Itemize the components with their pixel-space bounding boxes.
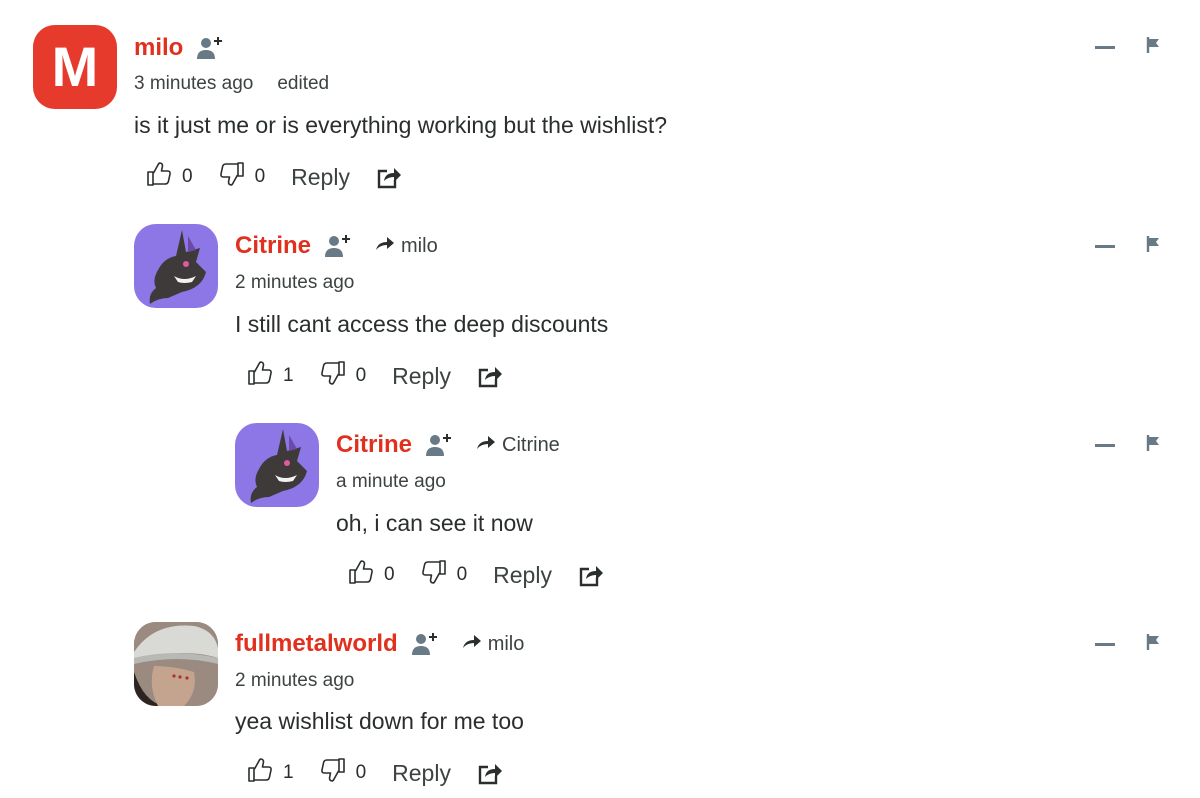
collapse-icon[interactable] — [1095, 643, 1115, 646]
reply-button[interactable]: Reply — [392, 760, 451, 787]
thumbs-up-icon — [247, 360, 283, 392]
share-icon[interactable] — [477, 364, 503, 388]
reply-arrow-icon — [375, 235, 401, 258]
upvote-count: 0 — [182, 166, 193, 187]
comment-text: yea wishlist down for me too — [235, 708, 524, 734]
thumbs-down-icon — [421, 559, 457, 591]
comment-text: I still cant access the deep discounts — [235, 311, 609, 337]
timestamp[interactable]: 3 minutes ago — [134, 73, 253, 95]
timestamp[interactable]: 2 minutes ago — [235, 272, 354, 294]
flag-icon[interactable] — [1146, 634, 1162, 655]
share-icon[interactable] — [578, 563, 604, 587]
upvote-button[interactable]: 0 — [146, 161, 193, 193]
follow-user-icon[interactable] — [410, 630, 442, 658]
collapse-icon[interactable] — [1095, 245, 1115, 248]
avatar[interactable]: M — [33, 25, 117, 109]
author-name[interactable]: Citrine — [235, 232, 311, 260]
reply-arrow-icon — [462, 633, 488, 656]
upvote-count: 1 — [283, 365, 294, 386]
flag-icon[interactable] — [1146, 37, 1162, 58]
downvote-count: 0 — [456, 564, 468, 585]
reply-to-name: milo — [487, 632, 525, 655]
timestamp[interactable]: a minute ago — [336, 471, 446, 493]
share-icon[interactable] — [376, 165, 402, 189]
flag-icon[interactable] — [1146, 435, 1162, 456]
avatar[interactable] — [134, 224, 218, 308]
avatar[interactable] — [235, 423, 319, 507]
reply-to[interactable]: milo — [462, 632, 525, 656]
downvote-count: 0 — [254, 166, 266, 187]
downvote-count: 0 — [355, 365, 367, 386]
follow-user-icon[interactable] — [195, 34, 227, 62]
flag-icon[interactable] — [1146, 236, 1162, 257]
reply-to[interactable]: milo — [375, 235, 438, 258]
downvote-button[interactable]: 0 — [219, 161, 266, 193]
downvote-button[interactable]: 0 — [320, 360, 367, 392]
upvote-count: 0 — [384, 564, 395, 585]
upvote-count: 1 — [283, 762, 294, 783]
thumbs-down-icon — [320, 757, 356, 789]
avatar-letter: M — [51, 35, 99, 98]
thumbs-up-icon — [348, 559, 384, 591]
author-name[interactable]: milo — [134, 34, 183, 62]
follow-user-icon[interactable] — [323, 232, 355, 260]
collapse-icon[interactable] — [1095, 444, 1115, 447]
share-icon[interactable] — [477, 761, 503, 785]
upvote-button[interactable]: 0 — [348, 559, 395, 591]
reply-arrow-icon — [476, 434, 502, 457]
timestamp[interactable]: 2 minutes ago — [235, 670, 354, 692]
downvote-button[interactable]: 0 — [421, 559, 468, 591]
author-name[interactable]: fullmetalworld — [235, 630, 398, 658]
reply-to-name: Citrine — [502, 433, 560, 456]
reply-to-name: milo — [401, 234, 438, 257]
upvote-button[interactable]: 1 — [247, 360, 294, 392]
thumbs-down-icon — [320, 360, 356, 392]
edited-label: edited — [277, 73, 330, 94]
reply-button[interactable]: Reply — [493, 562, 552, 589]
reply-button[interactable]: Reply — [291, 164, 350, 191]
comment-text: oh, i can see it now — [336, 510, 533, 536]
downvote-button[interactable]: 0 — [320, 757, 367, 789]
thumbs-down-icon — [219, 161, 255, 193]
thumbs-up-icon — [146, 161, 182, 193]
author-name[interactable]: Citrine — [336, 431, 412, 459]
collapse-icon[interactable] — [1095, 46, 1115, 49]
reply-to[interactable]: Citrine — [476, 434, 560, 457]
reply-button[interactable]: Reply — [392, 363, 451, 390]
upvote-button[interactable]: 1 — [247, 757, 294, 789]
follow-user-icon[interactable] — [424, 431, 456, 459]
comment-text: is it just me or is everything working b… — [134, 112, 668, 138]
downvote-count: 0 — [355, 762, 367, 783]
avatar[interactable] — [134, 622, 218, 706]
thumbs-up-icon — [247, 757, 283, 789]
